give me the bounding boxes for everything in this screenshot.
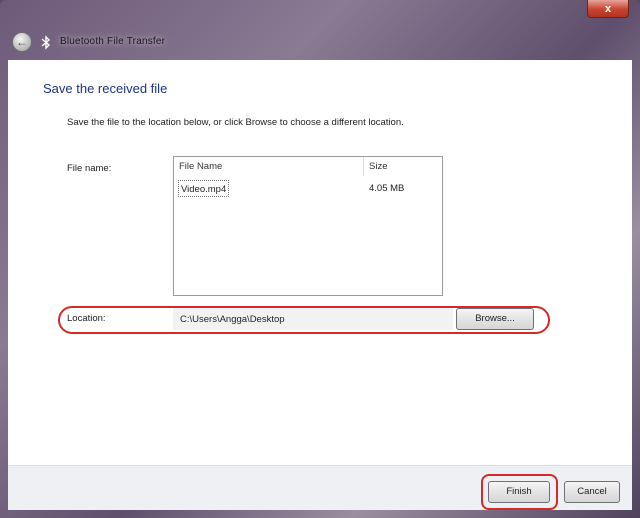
page-heading: Save the received file: [43, 81, 168, 96]
cancel-button[interactable]: Cancel: [564, 481, 620, 503]
browse-button[interactable]: Browse...: [456, 308, 534, 330]
bluetooth-icon: [40, 34, 52, 50]
finish-button[interactable]: Finish: [488, 481, 550, 503]
file-name-cell: Video.mp4: [178, 180, 230, 197]
dialog-content: Save the received file Save the file to …: [8, 60, 632, 465]
location-field[interactable]: C:\Users\Angga\Desktop: [173, 308, 453, 330]
instruction-text: Save the file to the location below, or …: [67, 117, 404, 128]
column-header-size[interactable]: Size: [364, 157, 442, 176]
file-size-cell: 4.05 MB: [369, 183, 405, 194]
close-icon: x: [604, 2, 612, 15]
window-title: Bluetooth File Transfer: [60, 36, 166, 47]
column-header-file-name[interactable]: File Name: [174, 157, 364, 176]
title-bar: ← Bluetooth File Transfer x: [0, 0, 640, 60]
back-arrow-icon: ←: [16, 35, 28, 49]
back-button[interactable]: ←: [12, 32, 32, 52]
file-name-label: File name:: [67, 163, 112, 174]
file-row[interactable]: Video.mp4 4.05 MB: [178, 180, 440, 197]
close-button[interactable]: x: [587, 0, 629, 18]
bluetooth-file-transfer-window: ← Bluetooth File Transfer x Save the rec…: [0, 0, 640, 518]
file-list[interactable]: File Name Size Video.mp4 4.05 MB: [173, 156, 443, 296]
location-label: Location:: [67, 313, 106, 324]
